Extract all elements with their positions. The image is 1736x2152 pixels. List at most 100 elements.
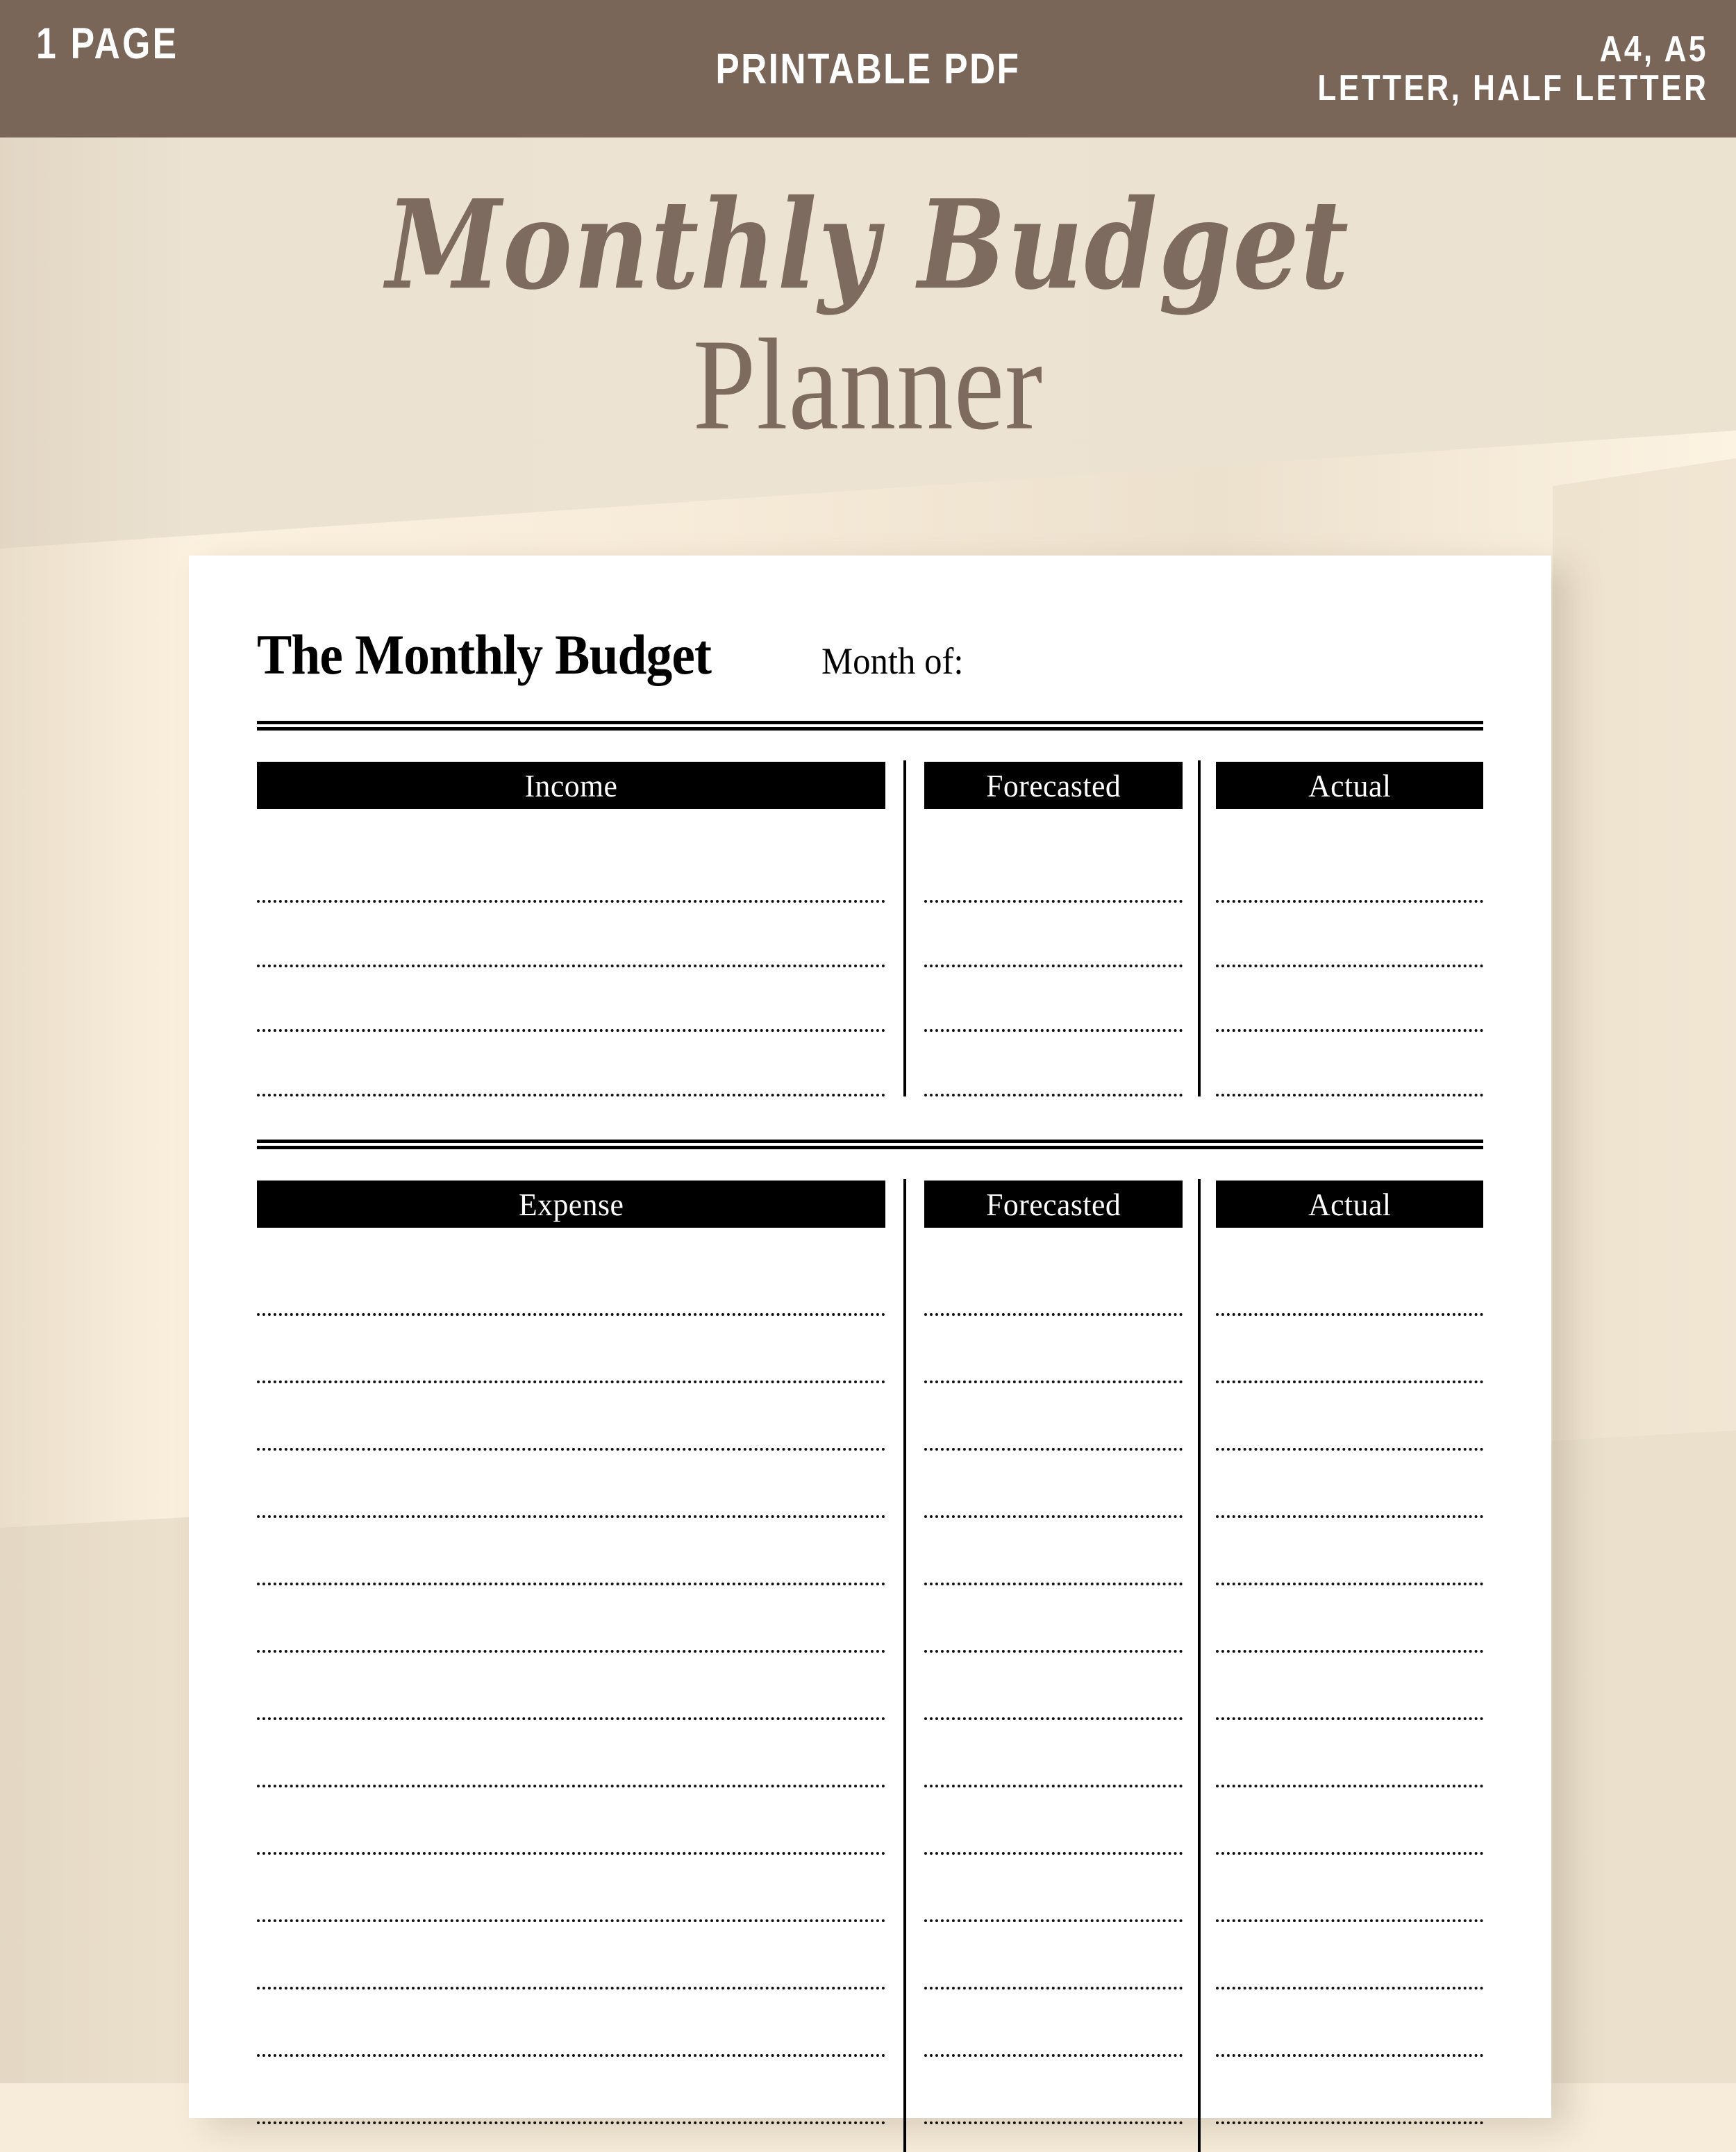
entry-actual-line[interactable] xyxy=(1216,900,1483,903)
income-header-cell: Income xyxy=(257,762,885,809)
entry-row[interactable] xyxy=(257,1653,1483,1720)
entry-forecasted-line[interactable] xyxy=(924,1583,1183,1585)
entry-name-line[interactable] xyxy=(257,965,885,967)
entry-actual-line[interactable] xyxy=(1216,1919,1483,1922)
entry-forecasted-line[interactable] xyxy=(924,965,1183,967)
entry-row[interactable] xyxy=(257,1855,1483,1922)
entry-forecasted-line[interactable] xyxy=(924,1852,1183,1855)
entry-forecasted-line[interactable] xyxy=(924,2054,1183,2057)
entry-name-line[interactable] xyxy=(257,1381,885,1383)
entry-row[interactable] xyxy=(257,1922,1483,1990)
entry-name-line[interactable] xyxy=(257,1650,885,1653)
entry-row[interactable] xyxy=(257,1228,1483,1316)
entry-row[interactable] xyxy=(257,903,1483,967)
income-header-row: Income Forecasted Actual xyxy=(257,762,1483,809)
column-divider xyxy=(1198,1179,1201,2152)
entry-name-line[interactable] xyxy=(257,1852,885,1855)
hero-serif-title: Planner xyxy=(692,312,1044,458)
entry-forecasted-line[interactable] xyxy=(924,1987,1183,1990)
entry-forecasted-line[interactable] xyxy=(924,1919,1183,1922)
expense-forecasted-header-cell: Forecasted xyxy=(924,1181,1183,1228)
entry-actual-line[interactable] xyxy=(1216,2054,1483,2057)
entry-forecasted-line[interactable] xyxy=(924,1448,1183,1451)
entry-forecasted-line[interactable] xyxy=(924,1717,1183,1720)
page-title: The Monthly Budget xyxy=(257,623,712,686)
entry-actual-line[interactable] xyxy=(1216,1381,1483,1383)
entry-forecasted-line[interactable] xyxy=(924,1381,1183,1383)
entry-name-line[interactable] xyxy=(257,1919,885,1922)
entry-name-line[interactable] xyxy=(257,1094,885,1096)
month-of-label: Month of: xyxy=(821,640,964,682)
entry-row[interactable] xyxy=(257,1787,1483,1855)
entry-row[interactable] xyxy=(257,1720,1483,1787)
entry-forecasted-line[interactable] xyxy=(924,1515,1183,1518)
column-divider xyxy=(903,1179,906,2152)
entry-actual-line[interactable] xyxy=(1216,1515,1483,1518)
banner-page-count: 1 PAGE xyxy=(36,19,210,94)
column-divider xyxy=(903,760,906,1096)
banner-format: PRINTABLE PDF xyxy=(687,44,1049,93)
entry-row[interactable] xyxy=(257,809,1483,903)
entry-forecasted-line[interactable] xyxy=(924,1029,1183,1032)
entry-row[interactable] xyxy=(257,1383,1483,1451)
entry-actual-line[interactable] xyxy=(1216,1785,1483,1787)
expense-header-cell: Expense xyxy=(257,1181,885,1228)
entry-row[interactable] xyxy=(257,1518,1483,1585)
entry-forecasted-line[interactable] xyxy=(924,2121,1183,2124)
entry-forecasted-line[interactable] xyxy=(924,900,1183,903)
entry-row[interactable] xyxy=(257,1316,1483,1383)
top-banner: 1 PAGE PRINTABLE PDF A4, A5 LETTER, HALF… xyxy=(0,0,1736,137)
banner-sizes-line2: LETTER, HALF LETTER xyxy=(1317,68,1708,108)
expense-section: Expense Forecasted Actual xyxy=(257,1179,1483,2152)
entry-row[interactable] xyxy=(257,1451,1483,1518)
expense-rows[interactable] xyxy=(257,1179,1483,2152)
hero-title-group: Monthly Budget Planner xyxy=(0,137,1736,554)
banner-sizes: A4, A5 LETTER, HALF LETTER xyxy=(1249,30,1708,108)
income-section: Income Forecasted Actual xyxy=(257,760,1483,1096)
income-rows[interactable] xyxy=(257,760,1483,1096)
entry-name-line[interactable] xyxy=(257,1987,885,1990)
entry-actual-line[interactable] xyxy=(1216,1313,1483,1316)
entry-name-line[interactable] xyxy=(257,900,885,903)
entry-forecasted-line[interactable] xyxy=(924,1313,1183,1316)
income-forecasted-header-cell: Forecasted xyxy=(924,762,1183,809)
header-divider-rule xyxy=(257,721,1483,731)
entry-row[interactable] xyxy=(257,1990,1483,2057)
hero-script-title: Monthly Budget xyxy=(385,173,1351,317)
entry-actual-line[interactable] xyxy=(1216,965,1483,967)
entry-name-line[interactable] xyxy=(257,2054,885,2057)
entry-actual-line[interactable] xyxy=(1216,1583,1483,1585)
entry-actual-line[interactable] xyxy=(1216,1448,1483,1451)
entry-name-line[interactable] xyxy=(257,1785,885,1787)
column-divider xyxy=(1198,760,1201,1096)
entry-forecasted-line[interactable] xyxy=(924,1650,1183,1653)
printable-sheet: The Monthly Budget Month of: Income Fore… xyxy=(189,556,1551,2152)
entry-actual-line[interactable] xyxy=(1216,1029,1483,1032)
entry-actual-line[interactable] xyxy=(1216,1987,1483,1990)
entry-name-line[interactable] xyxy=(257,1313,885,1316)
entry-actual-line[interactable] xyxy=(1216,1852,1483,1855)
banner-format-label: PRINTABLE PDF xyxy=(715,45,1021,92)
entry-actual-line[interactable] xyxy=(1216,1650,1483,1653)
income-actual-header-cell: Actual xyxy=(1216,762,1483,809)
entry-name-line[interactable] xyxy=(257,1717,885,1720)
entry-forecasted-line[interactable] xyxy=(924,1785,1183,1787)
entry-actual-line[interactable] xyxy=(1216,1094,1483,1096)
entry-row[interactable] xyxy=(257,2057,1483,2124)
entry-actual-line[interactable] xyxy=(1216,2121,1483,2124)
entry-forecasted-line[interactable] xyxy=(924,1094,1183,1096)
entry-row[interactable] xyxy=(257,1032,1483,1096)
banner-page-count-label: 1 PAGE xyxy=(36,19,179,68)
document-header: The Monthly Budget Month of: xyxy=(257,556,1483,687)
entry-name-line[interactable] xyxy=(257,1029,885,1032)
expense-header-row: Expense Forecasted Actual xyxy=(257,1181,1483,1228)
section-divider-rule xyxy=(257,1140,1483,1149)
expense-actual-header-cell: Actual xyxy=(1216,1181,1483,1228)
entry-row[interactable] xyxy=(257,1585,1483,1653)
entry-name-line[interactable] xyxy=(257,1515,885,1518)
entry-actual-line[interactable] xyxy=(1216,1717,1483,1720)
entry-name-line[interactable] xyxy=(257,2121,885,2124)
entry-name-line[interactable] xyxy=(257,1583,885,1585)
entry-name-line[interactable] xyxy=(257,1448,885,1451)
entry-row[interactable] xyxy=(257,967,1483,1032)
